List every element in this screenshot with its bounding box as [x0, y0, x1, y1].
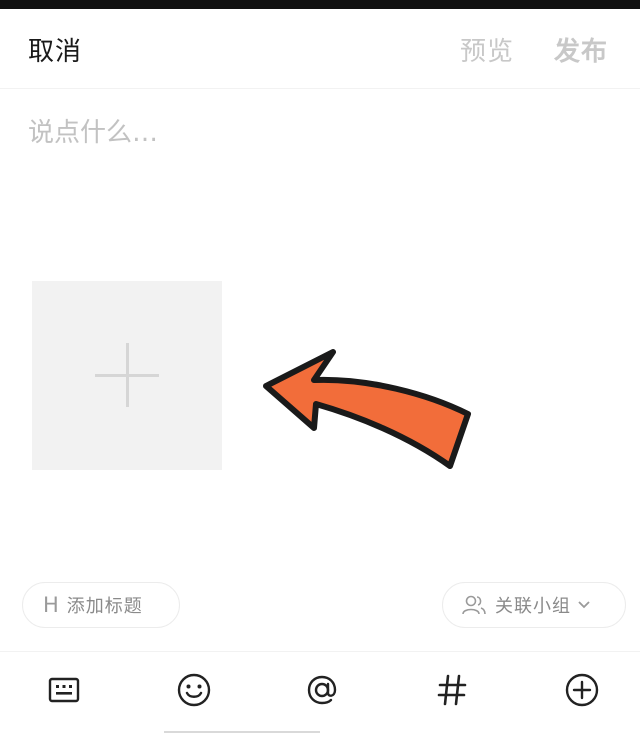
top-bar: 取消 预览 发布 — [0, 9, 640, 89]
pointing-arrow-illustration — [263, 349, 471, 469]
add-title-label: 添加标题 — [66, 596, 143, 617]
link-group-label: 关联小组 — [495, 596, 571, 617]
add-circle-icon[interactable] — [562, 670, 602, 710]
link-group-chip[interactable]: 关联小组 — [442, 582, 626, 628]
preview-button[interactable]: 预览 — [460, 31, 514, 68]
keyboard-icon[interactable] — [44, 670, 84, 710]
add-image-button[interactable] — [32, 281, 222, 470]
add-title-chip[interactable]: H 添加标题 — [22, 582, 180, 628]
status-bar — [0, 0, 640, 9]
at-sign-icon[interactable] — [302, 670, 342, 710]
bottom-toolbar — [0, 651, 640, 733]
publish-button[interactable]: 发布 — [554, 31, 608, 68]
emoji-icon[interactable] — [174, 670, 214, 710]
people-icon — [462, 595, 486, 615]
chevron-down-icon — [578, 601, 590, 609]
heading-icon: H — [43, 593, 59, 617]
hashtag-icon[interactable] — [432, 670, 472, 710]
cancel-button[interactable]: 取消 — [28, 31, 82, 68]
post-text-input[interactable] — [28, 112, 612, 262]
